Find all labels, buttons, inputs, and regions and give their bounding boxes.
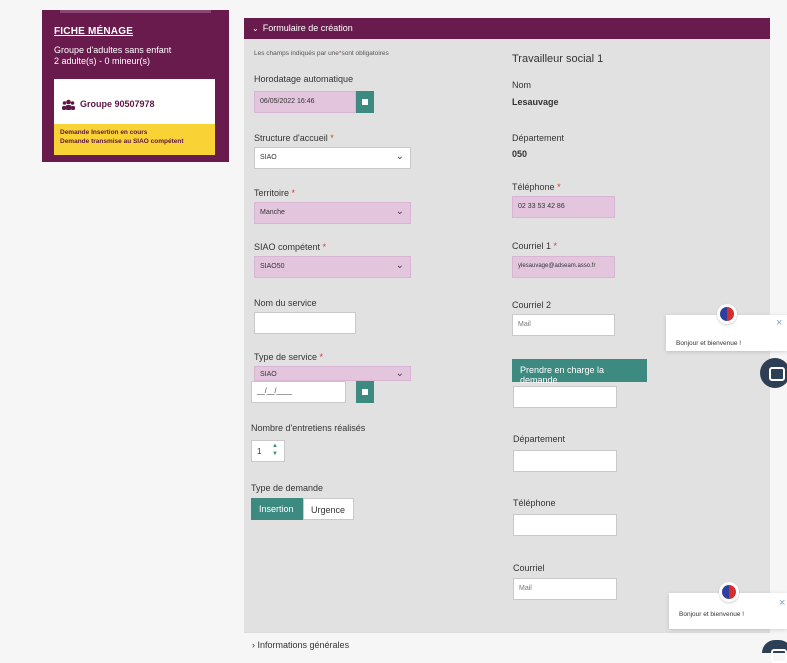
- departement2-input[interactable]: [513, 450, 617, 472]
- chat-greeting: Bonjour et bienvenue !: [676, 340, 742, 347]
- courriel-placeholder: Mail: [519, 585, 532, 592]
- courriel2-label: Courriel 2: [512, 300, 552, 310]
- chevron-down-icon: ⌄: [252, 24, 259, 33]
- lower-input-1[interactable]: [513, 386, 617, 408]
- required-star: *: [322, 242, 327, 252]
- territoire-select[interactable]: Manche ⌄: [254, 202, 411, 224]
- telephone-value: 02 33 53 42 86: [518, 203, 565, 210]
- date-input[interactable]: __/__/____: [251, 381, 346, 403]
- telephone-label-text: Téléphone: [512, 182, 555, 192]
- courriel2-input[interactable]: Mail: [512, 314, 615, 336]
- required-note: Les champs indiqués par une*sont obligat…: [254, 50, 389, 57]
- chevron-down-icon: ⌄: [395, 206, 404, 217]
- card-top-strip: [60, 10, 211, 13]
- date-placeholder: __/__/____: [257, 388, 293, 395]
- courriel2-placeholder: Mail: [518, 321, 531, 328]
- courriel1-value: ylesauvage@adseam.asso.fr: [518, 263, 596, 269]
- household-composition: 2 adulte(s) - 0 mineur(s): [54, 56, 151, 66]
- chevron-down-icon: ⌄: [395, 260, 404, 271]
- close-icon[interactable]: ×: [776, 317, 782, 329]
- entretiens-value: 1: [257, 447, 262, 456]
- required-note-b: sont obligatoires: [341, 50, 389, 57]
- group-label: Groupe 90507978: [80, 99, 155, 109]
- departement2-label: Département: [513, 434, 566, 444]
- travailleur-title: Travailleur social 1: [512, 53, 604, 65]
- required-note-a: Les champs indiqués par une: [254, 50, 339, 57]
- chevron-down-icon: ⌄: [395, 151, 404, 162]
- chevron-down-icon: ⌄: [395, 368, 404, 379]
- telephone-field[interactable]: 02 33 53 42 86: [512, 196, 615, 218]
- stepper-up-icon[interactable]: ▲: [272, 443, 278, 449]
- chat-avatar-icon: [717, 304, 737, 324]
- chat-avatar-icon: [719, 582, 739, 602]
- required-star: *: [319, 352, 324, 362]
- courriel1-label-text: Courriel 1: [512, 241, 552, 251]
- background-strip: [0, 381, 244, 653]
- close-icon[interactable]: ×: [779, 597, 785, 609]
- required-star: *: [553, 241, 558, 251]
- status-line-2: Demande transmise au SIAO compétent: [60, 138, 184, 145]
- type-service-value: SIAO: [260, 371, 277, 378]
- form-header-label: Formulaire de création: [262, 23, 353, 33]
- territoire-label: Territoire *: [254, 188, 295, 198]
- siao-label-text: SIAO compétent: [254, 242, 321, 252]
- type-service-label: Type de service *: [254, 352, 323, 362]
- chat-greeting: Bonjour et bienvenue !: [679, 611, 745, 618]
- structure-value: SIAO: [260, 154, 277, 161]
- horodatage-value: 06/05/2022 16:46: [260, 98, 315, 105]
- structure-label: Structure d'accueil *: [254, 133, 334, 143]
- telephone-label: Téléphone *: [512, 182, 561, 192]
- siao-value: SIAO50: [260, 263, 285, 270]
- type-service-select[interactable]: SIAO ⌄: [254, 366, 411, 381]
- calendar-icon[interactable]: [356, 91, 374, 113]
- nom-service-label: Nom du service: [254, 298, 317, 308]
- prendre-en-charge-button[interactable]: Prendre en charge la demande: [512, 359, 647, 385]
- type-service-label-text: Type de service: [254, 352, 318, 362]
- group-icon: [62, 99, 75, 110]
- nom-value: Lesauvage: [512, 97, 559, 107]
- nb-entretiens-label: Nombre d'entretiens réalisés: [251, 423, 366, 433]
- status-line-1: Demande Insertion en cours: [60, 129, 148, 136]
- type-demande-urgence[interactable]: Urgence: [303, 498, 354, 520]
- household-type: Groupe d'adultes sans enfant: [54, 45, 172, 55]
- structure-label-text: Structure d'accueil: [254, 133, 328, 143]
- departement-label: Département: [512, 133, 565, 143]
- form-header[interactable]: ⌄ Formulaire de création: [244, 18, 770, 39]
- chat-bubble-icon[interactable]: [760, 358, 787, 388]
- household-card: FICHE MÉNAGE Groupe d'adultes sans enfan…: [42, 10, 229, 162]
- stepper-down-icon[interactable]: ▼: [272, 451, 278, 457]
- group-card[interactable]: Groupe 90507978 Demande Insertion en cou…: [54, 79, 215, 155]
- courriel1-field[interactable]: ylesauvage@adseam.asso.fr: [512, 256, 615, 278]
- household-title[interactable]: FICHE MÉNAGE: [54, 26, 133, 37]
- calendar-icon[interactable]: [356, 381, 374, 403]
- courriel1-label: Courriel 1 *: [512, 241, 557, 251]
- nom-service-input[interactable]: [254, 312, 356, 334]
- courriel-label: Courriel: [513, 563, 545, 573]
- territoire-label-text: Territoire: [254, 188, 290, 198]
- siao-label: SIAO compétent *: [254, 242, 326, 252]
- territoire-value: Manche: [260, 209, 285, 216]
- departement-value: 050: [512, 149, 528, 159]
- nom-label: Nom: [512, 80, 532, 90]
- type-demande-label: Type de demande: [251, 483, 324, 493]
- telephone2-input[interactable]: [513, 514, 617, 536]
- siao-select[interactable]: SIAO50 ⌄: [254, 256, 411, 278]
- structure-select[interactable]: SIAO ⌄: [254, 147, 411, 169]
- chevron-right-icon: ›: [252, 640, 255, 650]
- required-star: *: [330, 133, 334, 143]
- required-star: *: [291, 188, 296, 198]
- telephone2-label: Téléphone: [513, 498, 556, 508]
- entretiens-stepper[interactable]: 1 ▲ ▼: [251, 440, 285, 462]
- status-banner: Demande Insertion en cours Demande trans…: [54, 124, 215, 155]
- type-demande-insertion[interactable]: Insertion: [251, 498, 303, 520]
- informations-generales-section[interactable]: › Informations générales: [244, 632, 770, 653]
- informations-generales-label: Informations générales: [257, 640, 350, 650]
- horodatage-field[interactable]: 06/05/2022 16:46: [254, 91, 356, 113]
- required-star: *: [557, 182, 561, 192]
- courriel-input[interactable]: Mail: [513, 578, 617, 600]
- horodatage-label: Horodatage automatique: [254, 74, 354, 84]
